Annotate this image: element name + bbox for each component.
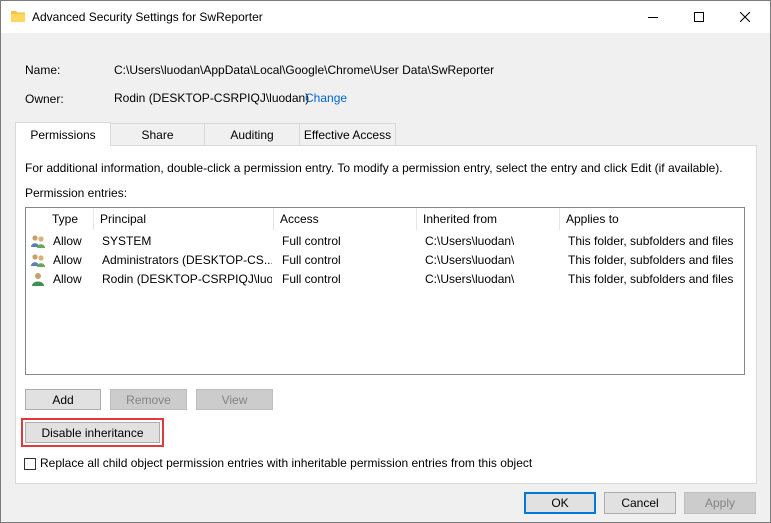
minimize-icon bbox=[647, 17, 658, 18]
row-principal: SYSTEM bbox=[102, 234, 152, 248]
minimize-button[interactable] bbox=[630, 1, 675, 33]
row-applies-to: This folder, subfolders and files bbox=[568, 253, 734, 267]
tab-share[interactable]: Share bbox=[110, 123, 205, 145]
row-type: Allow bbox=[53, 253, 82, 267]
row-inherited-from: C:\Users\luodan\ bbox=[425, 253, 515, 267]
tab-effective-access[interactable]: Effective Access bbox=[299, 123, 396, 145]
view-button[interactable]: View bbox=[196, 389, 273, 410]
row-access: Full control bbox=[282, 253, 341, 267]
table-row[interactable]: Allow SYSTEM Full control C:\Users\luoda… bbox=[26, 232, 744, 251]
permissions-panel: For additional information, double-click… bbox=[15, 145, 757, 484]
add-button[interactable]: Add bbox=[25, 389, 101, 410]
group-users-icon bbox=[31, 235, 45, 248]
change-owner-link[interactable]: Change bbox=[305, 91, 347, 105]
list-header: Type Principal Access Inherited from App… bbox=[26, 208, 744, 230]
name-label: Name: bbox=[25, 63, 61, 77]
user-icon bbox=[32, 273, 44, 286]
replace-child-permissions-label: Replace all child object permission entr… bbox=[40, 456, 533, 470]
row-type: Allow bbox=[53, 234, 82, 248]
owner-label: Owner: bbox=[25, 92, 64, 106]
row-applies-to: This folder, subfolders and files bbox=[568, 234, 734, 248]
row-access: Full control bbox=[282, 272, 341, 286]
replace-child-permissions-checkbox[interactable] bbox=[24, 458, 36, 470]
close-icon bbox=[739, 12, 750, 22]
column-header-access[interactable]: Access bbox=[274, 208, 417, 230]
permission-entries-label: Permission entries: bbox=[25, 186, 128, 200]
folder-icon bbox=[11, 11, 25, 22]
group-users-icon bbox=[31, 254, 45, 267]
row-inherited-from: C:\Users\luodan\ bbox=[425, 234, 515, 248]
column-header-type[interactable]: Type bbox=[46, 208, 94, 230]
cancel-button[interactable]: Cancel bbox=[604, 492, 676, 514]
owner-value: Rodin (DESKTOP-CSRPIQJ\luodan) bbox=[114, 91, 310, 105]
info-text: For additional information, double-click… bbox=[25, 161, 723, 175]
maximize-button[interactable] bbox=[676, 1, 721, 33]
remove-button[interactable]: Remove bbox=[110, 389, 187, 410]
tab-permissions[interactable]: Permissions bbox=[15, 122, 111, 146]
table-row[interactable]: Allow Rodin (DESKTOP-CSRPIQJ\luo... Full… bbox=[26, 270, 744, 289]
disable-inheritance-button[interactable]: Disable inheritance bbox=[25, 422, 160, 443]
row-principal: Rodin (DESKTOP-CSRPIQJ\luo... bbox=[102, 272, 272, 286]
permission-entries-list[interactable]: Type Principal Access Inherited from App… bbox=[25, 207, 745, 375]
row-access: Full control bbox=[282, 234, 341, 248]
row-inherited-from: C:\Users\luodan\ bbox=[425, 272, 515, 286]
ok-button[interactable]: OK bbox=[524, 492, 596, 514]
title-bar: Advanced Security Settings for SwReporte… bbox=[1, 1, 770, 33]
tab-auditing[interactable]: Auditing bbox=[204, 123, 300, 145]
row-principal: Administrators (DESKTOP-CS... bbox=[102, 253, 272, 267]
dialog-body: Name: C:\Users\luodan\AppData\Local\Goog… bbox=[1, 33, 770, 522]
column-header-principal[interactable]: Principal bbox=[94, 208, 274, 230]
close-button[interactable] bbox=[722, 1, 767, 33]
name-value: C:\Users\luodan\AppData\Local\Google\Chr… bbox=[114, 63, 495, 77]
row-applies-to: This folder, subfolders and files bbox=[568, 272, 734, 286]
apply-button[interactable]: Apply bbox=[684, 492, 756, 514]
table-row[interactable]: Allow Administrators (DESKTOP-CS... Full… bbox=[26, 251, 744, 270]
dialog-window: Advanced Security Settings for SwReporte… bbox=[0, 0, 771, 523]
column-header-applies-to[interactable]: Applies to bbox=[560, 208, 744, 230]
row-type: Allow bbox=[53, 272, 82, 286]
window-title: Advanced Security Settings for SwReporte… bbox=[32, 10, 263, 24]
column-header-inherited-from[interactable]: Inherited from bbox=[417, 208, 560, 230]
maximize-icon bbox=[693, 12, 704, 22]
